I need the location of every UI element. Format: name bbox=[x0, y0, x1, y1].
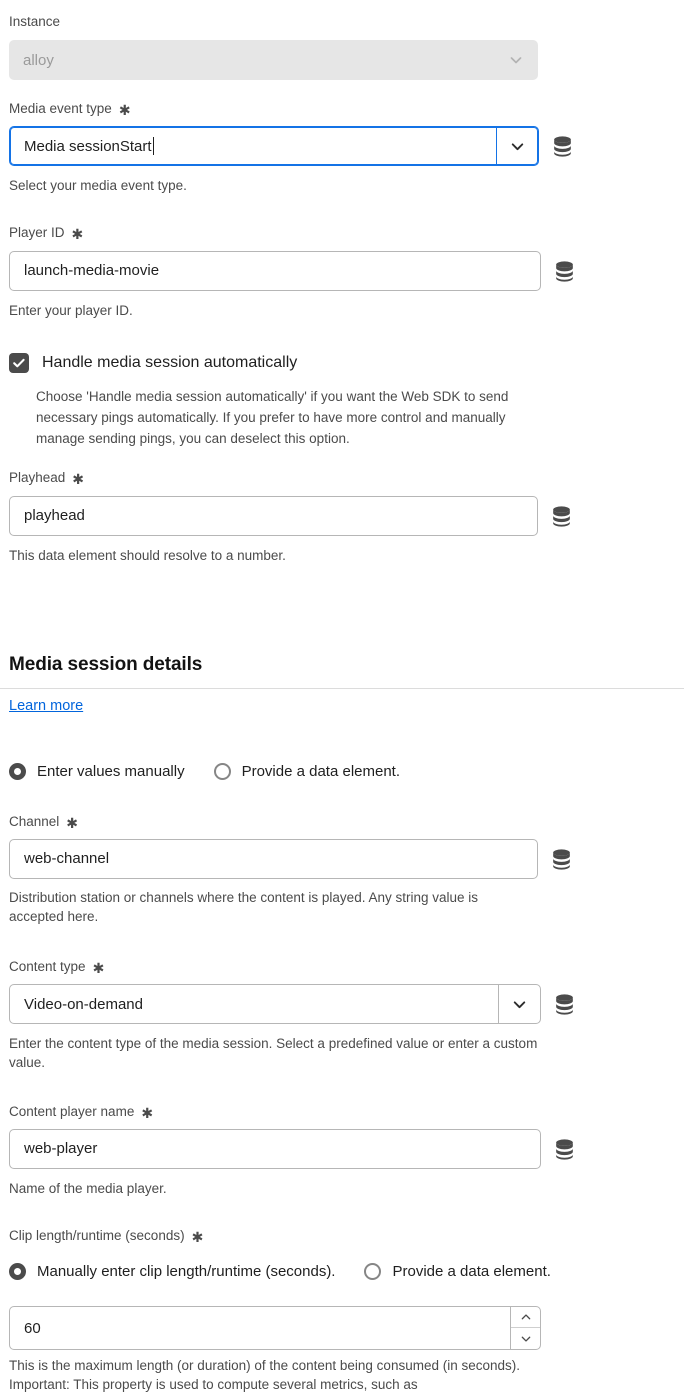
media-event-type-combobox[interactable]: Media sessionStart bbox=[9, 126, 539, 166]
clip-length-input[interactable]: 60 bbox=[10, 1307, 510, 1349]
instance-label-text: Instance bbox=[9, 14, 61, 29]
player-id-value: launch-media-movie bbox=[24, 262, 160, 279]
channel-value: web-channel bbox=[24, 850, 110, 867]
required-asterisk-icon: ✱ bbox=[71, 226, 84, 242]
content-type-label-text: Content type bbox=[9, 959, 86, 974]
required-asterisk-icon: ✱ bbox=[72, 471, 85, 487]
value-source-radio-group: Enter values manually Provide a data ele… bbox=[9, 763, 400, 780]
content-type-value: Video-on-demand bbox=[24, 995, 143, 1013]
clip-length-value: 60 bbox=[24, 1319, 41, 1337]
media-event-type-label: Media event type ✱ bbox=[9, 101, 131, 117]
radio-indicator-unselected bbox=[213, 763, 231, 780]
radio-indicator-selected bbox=[9, 1263, 26, 1280]
database-icon[interactable] bbox=[550, 134, 575, 159]
channel-label: Channel ✱ bbox=[9, 814, 78, 830]
section-divider bbox=[0, 688, 684, 689]
radio-manually-enter-clip-length[interactable]: Manually enter clip length/runtime (seco… bbox=[9, 1263, 335, 1280]
content-player-name-label: Content player name ✱ bbox=[9, 1104, 153, 1120]
playhead-help: This data element should resolve to a nu… bbox=[9, 548, 286, 563]
clip-length-numberfield[interactable]: 60 bbox=[9, 1306, 541, 1350]
handle-media-session-help: Choose 'Handle media session automatical… bbox=[36, 389, 509, 446]
playhead-value: playhead bbox=[24, 507, 85, 524]
content-type-dropdown-button[interactable] bbox=[498, 985, 540, 1023]
media-event-type-label-text: Media event type bbox=[9, 101, 112, 116]
channel-input[interactable]: web-channel bbox=[9, 839, 538, 879]
radio-clip-length-data-element[interactable]: Provide a data element. bbox=[364, 1263, 551, 1280]
playhead-label: Playhead ✱ bbox=[9, 470, 84, 486]
content-type-label: Content type ✱ bbox=[9, 959, 104, 975]
instance-value: alloy bbox=[23, 51, 54, 69]
channel-help: Distribution station or channels where t… bbox=[9, 890, 479, 924]
content-type-row: Video-on-demand bbox=[9, 984, 577, 1024]
database-icon[interactable] bbox=[552, 1137, 577, 1162]
required-asterisk-icon: ✱ bbox=[118, 102, 131, 118]
media-event-type-value: Media sessionStart bbox=[24, 137, 152, 155]
playhead-input[interactable]: playhead bbox=[9, 496, 538, 536]
clip-length-label: Clip length/runtime (seconds) ✱ bbox=[9, 1228, 203, 1244]
content-player-name-label-text: Content player name bbox=[9, 1104, 135, 1119]
media-event-form: Instance alloy Media event type ✱ Media … bbox=[0, 0, 684, 1392]
player-id-input[interactable]: launch-media-movie bbox=[9, 251, 541, 291]
playhead-label-text: Playhead bbox=[9, 470, 66, 485]
content-player-name-row: web-player bbox=[9, 1129, 577, 1169]
player-id-row: launch-media-movie bbox=[9, 251, 577, 291]
player-id-label-text: Player ID bbox=[9, 225, 65, 240]
chevron-down-icon bbox=[509, 138, 526, 155]
content-player-name-input[interactable]: web-player bbox=[9, 1129, 541, 1169]
channel-label-text: Channel bbox=[9, 814, 60, 829]
chevron-down-icon bbox=[511, 996, 528, 1013]
clip-length-radio-group: Manually enter clip length/runtime (seco… bbox=[9, 1263, 551, 1280]
chevron-down-icon bbox=[519, 1332, 533, 1346]
radio-provide-data-element-label: Provide a data element. bbox=[241, 763, 401, 780]
handle-media-session-label: Handle media session automatically bbox=[42, 354, 298, 371]
clip-length-label-text: Clip length/runtime (seconds) bbox=[9, 1228, 185, 1243]
chevron-down-icon bbox=[508, 52, 524, 68]
radio-provide-data-element[interactable]: Provide a data element. bbox=[213, 763, 401, 780]
chevron-up-icon bbox=[519, 1310, 533, 1324]
text-caret bbox=[152, 137, 154, 155]
player-id-help: Enter your player ID. bbox=[9, 303, 133, 318]
playhead-row: playhead bbox=[9, 496, 574, 536]
player-id-label: Player ID ✱ bbox=[9, 225, 83, 241]
clip-length-help: This is the maximum length (or duration)… bbox=[9, 1358, 521, 1392]
radio-enter-values-manually-label: Enter values manually bbox=[37, 763, 185, 780]
database-icon[interactable] bbox=[549, 504, 574, 529]
instance-label: Instance bbox=[9, 14, 60, 30]
content-type-help: Enter the content type of the media sess… bbox=[9, 1036, 538, 1070]
radio-enter-values-manually[interactable]: Enter values manually bbox=[9, 763, 185, 780]
radio-clip-length-data-element-label: Provide a data element. bbox=[392, 1263, 551, 1280]
database-icon[interactable] bbox=[552, 992, 577, 1017]
required-asterisk-icon: ✱ bbox=[141, 1105, 154, 1121]
media-event-type-input[interactable]: Media sessionStart bbox=[10, 127, 496, 165]
required-asterisk-icon: ✱ bbox=[66, 815, 79, 831]
handle-media-session-checkbox-row[interactable]: Handle media session automatically bbox=[9, 352, 549, 373]
database-icon[interactable] bbox=[552, 259, 577, 284]
instance-label-wrap: Instance bbox=[9, 14, 60, 30]
content-player-name-help: Name of the media player. bbox=[9, 1181, 167, 1196]
check-icon bbox=[12, 356, 26, 370]
media-session-details-heading: Media session details bbox=[9, 654, 203, 675]
channel-row: web-channel bbox=[9, 839, 574, 879]
content-player-name-value: web-player bbox=[24, 1140, 98, 1157]
instance-select[interactable]: alloy bbox=[9, 40, 538, 80]
media-event-type-row: Media sessionStart bbox=[9, 126, 575, 166]
database-icon[interactable] bbox=[549, 847, 574, 872]
media-event-type-help: Select your media event type. bbox=[9, 178, 187, 193]
radio-indicator-selected bbox=[9, 763, 26, 780]
content-type-input[interactable]: Video-on-demand bbox=[10, 985, 498, 1023]
radio-manually-enter-clip-length-label: Manually enter clip length/runtime (seco… bbox=[37, 1263, 336, 1280]
handle-media-session-checkbox[interactable] bbox=[9, 353, 29, 373]
clip-length-increment-button[interactable] bbox=[511, 1307, 540, 1328]
content-type-combobox[interactable]: Video-on-demand bbox=[9, 984, 541, 1024]
required-asterisk-icon: ✱ bbox=[191, 1229, 204, 1245]
clip-length-decrement-button[interactable] bbox=[511, 1328, 540, 1349]
clip-length-stepper bbox=[510, 1307, 540, 1349]
required-asterisk-icon: ✱ bbox=[92, 960, 105, 976]
learn-more-link[interactable]: Learn more bbox=[9, 698, 83, 714]
media-event-type-dropdown-button[interactable] bbox=[496, 127, 538, 165]
radio-indicator-unselected bbox=[364, 1263, 382, 1280]
